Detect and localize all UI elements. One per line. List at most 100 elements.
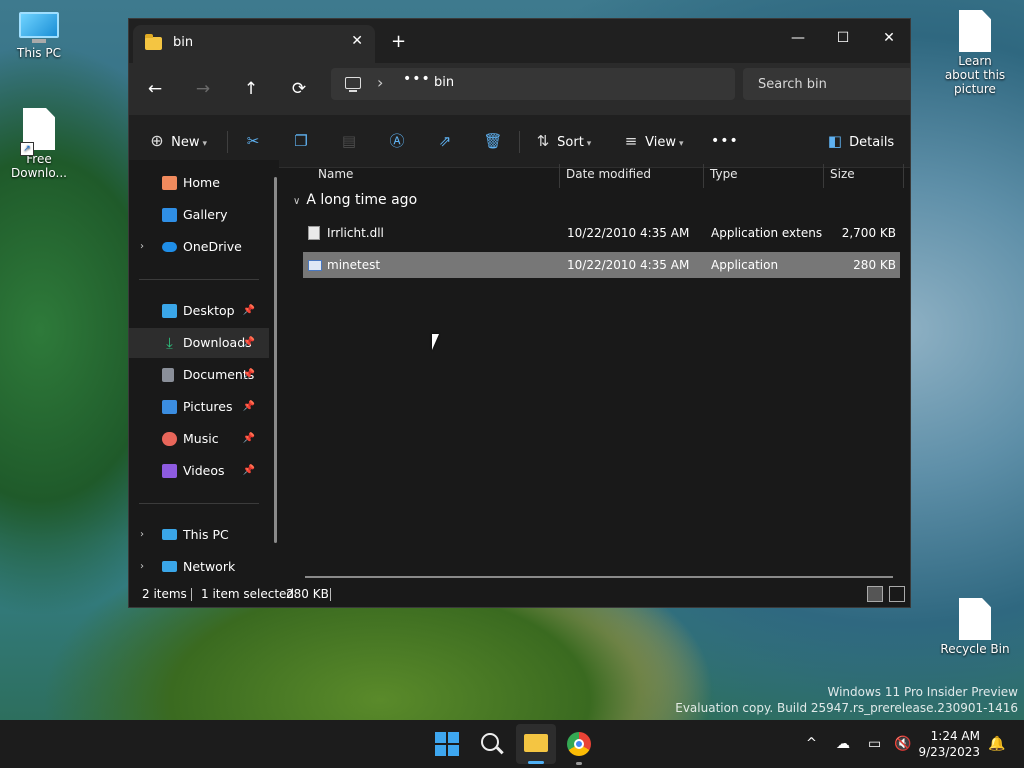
title-bar[interactable]: bin ✕ + — ☐ ✕ — [129, 19, 910, 63]
breadcrumb-current[interactable]: bin — [434, 75, 454, 90]
sidebar-item-onedrive[interactable]: › OneDrive — [129, 232, 269, 262]
see-more-button[interactable]: ••• — [711, 128, 739, 154]
details-button[interactable]: ◧ Details — [825, 128, 894, 154]
pin-icon[interactable]: 📌 — [243, 456, 255, 486]
plus-circle-icon: ⊕ — [150, 131, 164, 150]
file-explorer-taskbar-button[interactable] — [516, 724, 556, 764]
tab-bin[interactable]: bin ✕ — [133, 25, 375, 63]
volume-muted-icon[interactable]: 🔇 — [894, 720, 911, 768]
pin-icon[interactable]: 📌 — [243, 392, 255, 422]
onedrive-tray-icon[interactable]: ☁ — [836, 720, 850, 768]
pin-icon[interactable]: 📌 — [243, 424, 255, 454]
paste-button[interactable]: ▤ — [339, 128, 359, 154]
network-tray-icon[interactable]: ▭ — [868, 720, 881, 768]
file-row[interactable]: Irrlicht.dll 10/22/2010 4:35 AM Applicat… — [303, 220, 900, 246]
desktop-icon — [162, 304, 177, 318]
pin-icon[interactable]: 📌 — [243, 360, 255, 390]
expand-chevron-icon[interactable]: › — [140, 552, 144, 582]
status-divider — [330, 588, 331, 601]
sidebar-item-desktop[interactable]: Desktop 📌 — [129, 296, 269, 326]
more-crumbs-button[interactable]: ••• — [403, 71, 431, 87]
desktop-icon-this-pc[interactable]: This PC — [4, 12, 74, 60]
pin-icon[interactable]: 📌 — [243, 328, 255, 358]
search-button[interactable] — [475, 728, 507, 760]
desktop-icon-free-download[interactable]: ↗ Free Downlo... — [4, 108, 74, 180]
file-date: 10/22/2010 4:35 AM — [567, 226, 690, 240]
music-icon — [162, 432, 177, 446]
address-bar[interactable]: › ••• bin — [331, 68, 735, 100]
new-tab-button[interactable]: + — [391, 31, 406, 52]
file-type: Application — [711, 258, 779, 272]
column-divider[interactable] — [559, 164, 560, 188]
minimize-button[interactable]: — — [775, 25, 821, 51]
rename-icon: Ⓐ — [389, 132, 405, 150]
large-icons-view-button[interactable] — [889, 586, 905, 602]
dll-file-icon — [308, 226, 320, 240]
sort-button[interactable]: ⇅ Sort ▾ — [533, 128, 592, 154]
delete-icon: 🗑 — [483, 132, 503, 150]
column-divider[interactable] — [823, 164, 824, 188]
chrome-taskbar-button[interactable] — [563, 728, 595, 765]
sidebar-item-videos[interactable]: Videos 📌 — [129, 456, 269, 486]
sidebar-item-downloads[interactable]: ⤓ Downloads 📌 — [129, 328, 269, 358]
column-header-size[interactable]: Size — [830, 160, 855, 188]
desktop-icon-label: This PC — [17, 46, 61, 60]
column-header-type[interactable]: Type — [710, 160, 738, 188]
column-divider[interactable] — [903, 164, 904, 188]
clock-date: 9/23/2023 — [918, 745, 980, 759]
cut-button[interactable]: ✂ — [243, 128, 263, 154]
watermark-line: Windows 11 Pro Insider Preview — [827, 685, 1018, 699]
mouse-cursor-icon — [432, 334, 439, 350]
sidebar-scrollbar[interactable] — [274, 177, 277, 543]
maximize-button[interactable]: ☐ — [820, 25, 866, 51]
search-box[interactable] — [743, 68, 910, 100]
sidebar-item-music[interactable]: Music 📌 — [129, 424, 269, 454]
file-row[interactable]: minetest 10/22/2010 4:35 AM Application … — [303, 252, 900, 278]
copy-button[interactable]: ❐ — [291, 128, 311, 154]
tab-title: bin — [173, 35, 194, 50]
sidebar-item-label: Pictures — [183, 399, 233, 414]
view-button[interactable]: ≡ View ▾ — [621, 128, 684, 154]
share-button[interactable]: ⇗ — [435, 128, 455, 154]
sidebar-item-documents[interactable]: Documents 📌 — [129, 360, 269, 390]
column-divider[interactable] — [703, 164, 704, 188]
expand-chevron-icon[interactable]: › — [140, 232, 144, 262]
group-header[interactable]: ∨ A long time ago — [293, 192, 417, 208]
chevron-right-icon[interactable]: › — [377, 73, 383, 92]
close-window-button[interactable]: ✕ — [866, 25, 910, 51]
notification-bell-icon[interactable]: 🔔 — [988, 720, 1005, 768]
up-button[interactable]: ↑ — [237, 75, 265, 103]
desktop-icon-recycle-bin[interactable]: Recycle Bin — [940, 598, 1010, 656]
this-pc-icon[interactable] — [345, 77, 361, 92]
sidebar-item-gallery[interactable]: Gallery — [129, 200, 269, 230]
back-button[interactable]: ← — [141, 75, 169, 103]
new-button[interactable]: ⊕ New ▾ — [147, 128, 207, 154]
column-header-date-modified[interactable]: Date modified — [566, 160, 651, 188]
gallery-icon — [162, 208, 177, 222]
sidebar-item-pictures[interactable]: Pictures 📌 — [129, 392, 269, 422]
forward-button[interactable]: → — [189, 75, 217, 103]
status-selected-size: 280 KB — [286, 587, 329, 601]
sidebar-item-network[interactable]: › Network — [129, 552, 269, 582]
show-hidden-icons-button[interactable]: ^ — [806, 720, 817, 768]
refresh-button[interactable]: ⟳ — [285, 75, 313, 103]
rename-button[interactable]: Ⓐ — [387, 128, 407, 154]
sidebar-item-this-pc[interactable]: › This PC — [129, 520, 269, 550]
clock[interactable]: 1:24 AM 9/23/2023 — [918, 728, 980, 760]
expand-chevron-icon[interactable]: › — [140, 520, 144, 550]
column-header-name[interactable]: Name — [318, 160, 353, 188]
videos-icon — [162, 464, 177, 478]
pin-icon[interactable]: 📌 — [243, 296, 255, 326]
folder-icon — [524, 734, 548, 752]
file-list: Name Date modified Type Size ∨ A long tim… — [287, 160, 910, 583]
sidebar-item-home[interactable]: Home — [129, 168, 269, 198]
details-view-button[interactable] — [867, 586, 883, 602]
tab-close-icon[interactable]: ✕ — [351, 33, 363, 49]
start-button[interactable] — [431, 728, 463, 760]
collapse-chevron-icon[interactable]: ∨ — [293, 196, 300, 207]
paste-icon: ▤ — [341, 132, 357, 150]
horizontal-scrollbar[interactable] — [305, 576, 893, 578]
delete-button[interactable]: 🗑 — [483, 128, 503, 154]
search-input[interactable] — [743, 68, 910, 100]
desktop-icon-learn-about-picture[interactable]: Learn about this picture — [940, 10, 1010, 96]
